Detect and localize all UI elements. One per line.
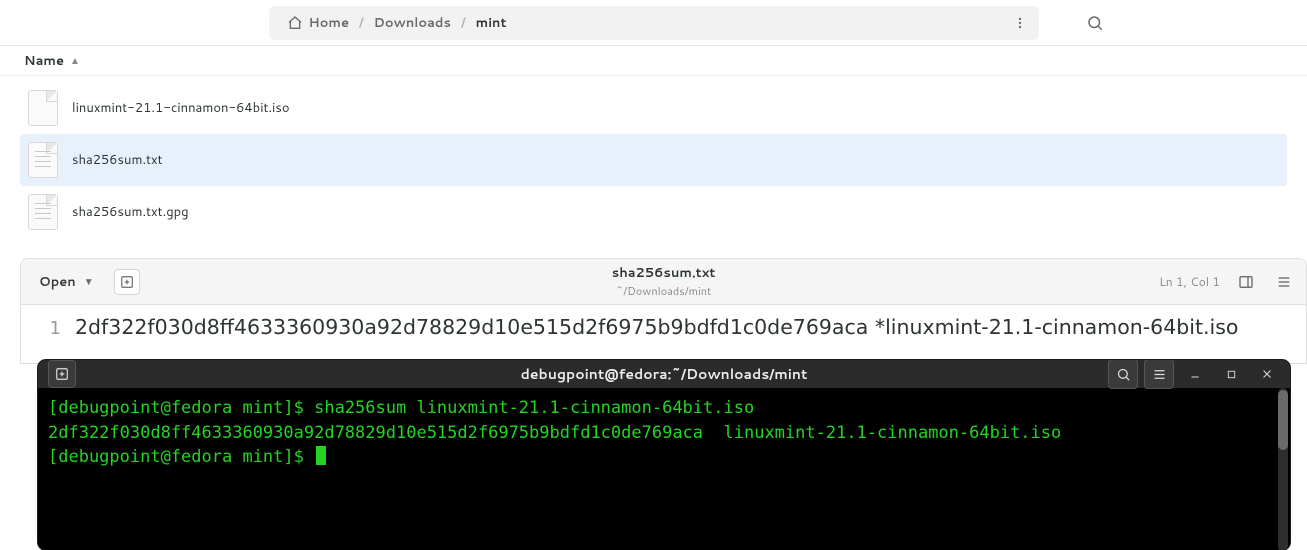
breadcrumb-current[interactable]: mint <box>470 6 513 40</box>
terminal-menu-button[interactable] <box>1144 360 1174 389</box>
open-button-label: Open <box>39 273 76 291</box>
file-row[interactable]: linuxmint-21.1-cinnamon-64bit.iso <box>20 82 1287 134</box>
terminal-line: [debugpoint@fedora mint]$ sha256sum linu… <box>48 398 754 418</box>
file-row[interactable]: sha256sum.txt.gpg <box>20 186 1287 238</box>
column-header-label: Name <box>24 52 64 70</box>
sidebar-toggle-button[interactable] <box>1234 270 1258 294</box>
chevron-down-icon: ▼ <box>84 275 94 289</box>
breadcrumb-home[interactable]: Home <box>281 6 356 40</box>
window-minimize-button[interactable] <box>1180 360 1210 389</box>
file-name: sha256sum.txt.gpg <box>72 203 189 221</box>
plus-box-icon <box>120 275 134 289</box>
file-icon <box>28 90 58 126</box>
maximize-icon <box>1226 369 1237 380</box>
minimize-icon <box>1189 368 1201 380</box>
plus-box-icon <box>55 367 69 381</box>
terminal-window: debugpoint@fedora:~/Downloads/mint <box>38 360 1290 550</box>
hamburger-icon <box>1152 367 1167 382</box>
editor-doc-path: ~/Downloads/mint <box>21 283 1306 299</box>
window-maximize-button[interactable] <box>1216 360 1246 389</box>
file-row[interactable]: sha256sum.txt <box>20 134 1287 186</box>
terminal-output[interactable]: [debugpoint@fedora mint]$ sha256sum linu… <box>38 388 1290 550</box>
filemanager-toolbar: Home / Downloads / mint <box>0 0 1307 46</box>
path-menu-button[interactable] <box>1007 10 1033 36</box>
sort-asc-icon: ▲ <box>70 54 80 68</box>
terminal-line: [debugpoint@fedora mint]$ <box>48 447 314 467</box>
breadcrumb-sep: / <box>355 14 368 32</box>
breadcrumb-current-label: mint <box>476 14 507 32</box>
file-list: linuxmint-21.1-cinnamon-64bit.iso sha256… <box>0 76 1307 248</box>
open-button[interactable]: Open ▼ <box>33 269 100 295</box>
hamburger-menu-button[interactable] <box>1272 270 1296 294</box>
search-icon <box>1086 14 1104 32</box>
editor-doc-title: sha256sum.txt <box>21 264 1306 282</box>
editor-text-area[interactable]: 1 2df322f030d8ff4633360930a92d78829d10e51… <box>21 305 1306 363</box>
new-tab-button[interactable] <box>114 269 140 295</box>
text-file-icon <box>28 194 58 230</box>
editor-line-content: 2df322f030d8ff4633360930a92d78829d10e515… <box>75 315 1238 339</box>
window-close-button[interactable] <box>1252 360 1282 389</box>
terminal-new-tab-button[interactable] <box>48 360 76 388</box>
editor-headerbar: Open ▼ sha256sum.txt ~/Downloads/mint Ln… <box>21 259 1306 305</box>
line-number: 1 <box>37 318 61 339</box>
sidebar-icon <box>1238 274 1254 290</box>
editor-line-col-status[interactable]: Ln 1, Col 1 <box>1159 273 1220 290</box>
text-editor-window: Open ▼ sha256sum.txt ~/Downloads/mint Ln… <box>20 258 1307 364</box>
hamburger-icon <box>1276 274 1292 290</box>
breadcrumb-home-label: Home <box>309 14 350 32</box>
breadcrumb-downloads-label: Downloads <box>374 14 451 32</box>
terminal-cursor <box>316 446 326 465</box>
file-name: linuxmint-21.1-cinnamon-64bit.iso <box>72 99 290 117</box>
home-icon <box>287 15 303 31</box>
search-icon <box>1116 367 1131 382</box>
close-icon <box>1261 368 1273 380</box>
breadcrumb-sep: / <box>457 14 470 32</box>
column-header-name[interactable]: Name ▲ <box>0 46 1307 76</box>
text-file-icon <box>28 142 58 178</box>
terminal-line: 2df322f030d8ff4633360930a92d78829d10e515… <box>48 423 1061 443</box>
terminal-titlebar[interactable]: debugpoint@fedora:~/Downloads/mint <box>38 360 1290 388</box>
breadcrumb-downloads[interactable]: Downloads <box>368 6 457 40</box>
search-button[interactable] <box>1078 6 1112 40</box>
file-name: sha256sum.txt <box>72 151 163 169</box>
breadcrumb: Home / Downloads / mint <box>269 6 1039 40</box>
terminal-scrollbar-thumb[interactable] <box>1278 390 1288 450</box>
terminal-title: debugpoint@fedora:~/Downloads/mint <box>38 364 1290 384</box>
terminal-search-button[interactable] <box>1108 360 1138 389</box>
